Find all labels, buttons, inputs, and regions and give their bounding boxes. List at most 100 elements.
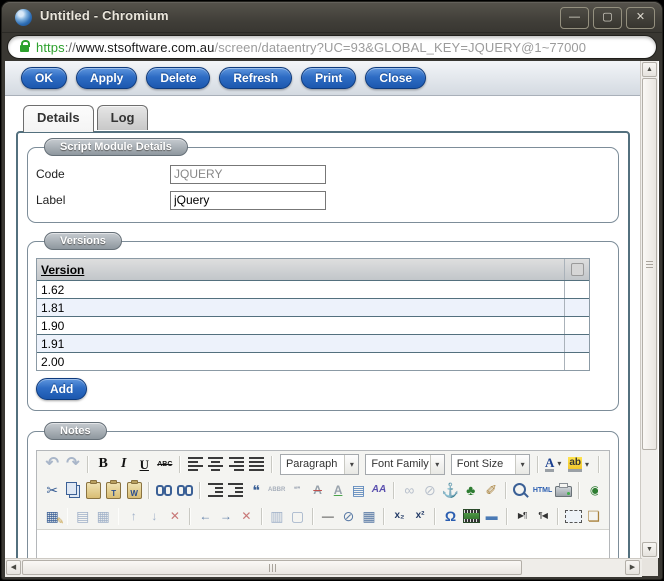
tab-details[interactable]: Details <box>23 105 94 132</box>
row-check-cell[interactable] <box>564 335 589 352</box>
close-button[interactable]: ✕ <box>626 7 655 29</box>
maximize-button[interactable]: ▢ <box>593 7 622 29</box>
media-icon[interactable] <box>462 506 481 527</box>
superscript-icon[interactable]: x² <box>411 506 430 527</box>
image-icon[interactable]: ♣ <box>462 480 480 501</box>
code-field[interactable] <box>170 164 326 184</box>
align-center-icon[interactable] <box>206 454 225 475</box>
insert-row-before-icon[interactable]: ↑ <box>124 506 143 527</box>
horizontal-scroll-thumb[interactable] <box>22 560 522 575</box>
horizontal-rule-icon[interactable]: — <box>319 506 338 527</box>
address-bar[interactable]: https://www.stsoftware.com.au/screen/dat… <box>7 35 657 59</box>
cut-icon[interactable]: ✂ <box>43 480 61 501</box>
remove-format-icon[interactable]: ⊘ <box>339 506 358 527</box>
vertical-scroll-thumb[interactable] <box>642 78 657 450</box>
row-check-cell[interactable] <box>564 317 589 334</box>
indent-icon[interactable] <box>227 480 245 501</box>
delete-button[interactable]: Delete <box>146 67 211 89</box>
add-version-button[interactable]: Add <box>36 378 88 400</box>
advanced-hr-icon[interactable]: ▬ <box>482 506 501 527</box>
link-icon[interactable]: ∞ <box>400 480 418 501</box>
paste-as-text-icon[interactable]: T <box>104 479 122 501</box>
horizontal-scrollbar[interactable]: ◀ ▶ <box>5 558 642 577</box>
insert-col-after-icon[interactable]: → <box>217 506 236 527</box>
apply-button[interactable]: Apply <box>76 67 138 89</box>
version-row[interactable]: 1.62 <box>37 281 589 299</box>
acronym-icon[interactable]: ❝❞ <box>288 480 306 501</box>
version-row[interactable]: 2.00 <box>37 353 589 370</box>
version-row[interactable]: 1.91 <box>37 335 589 353</box>
row-check-cell[interactable] <box>564 281 589 298</box>
delete-row-icon[interactable]: ✕ <box>166 506 185 527</box>
redo-icon[interactable]: ↷ <box>64 454 83 475</box>
find-icon[interactable] <box>155 480 173 501</box>
tab-log[interactable]: Log <box>96 105 149 130</box>
outdent-icon[interactable] <box>206 480 224 501</box>
find-replace-icon[interactable] <box>176 480 194 501</box>
scroll-right-button[interactable]: ▶ <box>625 560 640 575</box>
vertical-scrollbar[interactable]: ▲ ▼ <box>640 61 658 558</box>
print-icon[interactable] <box>554 480 572 501</box>
ok-button[interactable]: OK <box>21 67 67 89</box>
absolute-position-icon[interactable] <box>564 506 583 527</box>
version-column-header[interactable]: Version <box>37 263 564 277</box>
unlink-icon[interactable]: ⊘ <box>421 480 439 501</box>
row-check-cell[interactable] <box>564 353 589 370</box>
scroll-left-button[interactable]: ◀ <box>6 560 21 575</box>
insert-table-icon[interactable]: ▦ <box>43 506 65 527</box>
strikethrough-icon[interactable]: ABC <box>156 454 175 475</box>
paste-from-word-icon[interactable]: W <box>125 479 143 501</box>
align-left-icon[interactable] <box>186 454 205 475</box>
attributes-icon[interactable]: ▤ <box>349 480 367 501</box>
ltr-icon[interactable]: ▶¶ <box>513 506 532 527</box>
font-size-select[interactable]: Font Size ▾ <box>450 453 531 475</box>
insert-col-before-icon[interactable]: ← <box>196 506 215 527</box>
align-right-icon[interactable] <box>227 454 246 475</box>
anchor-icon[interactable]: ⚓ <box>441 480 459 501</box>
select-all-checkbox[interactable] <box>570 263 584 276</box>
paste-icon[interactable] <box>84 479 102 501</box>
editor-content-area[interactable] <box>37 529 609 558</box>
subscript-icon[interactable]: x₂ <box>390 506 409 527</box>
version-row[interactable]: 1.81 <box>37 299 589 317</box>
align-justify-icon[interactable] <box>248 454 267 475</box>
copy-icon[interactable] <box>63 480 81 501</box>
undo-icon[interactable]: ↶ <box>43 454 62 475</box>
abbreviation-icon[interactable]: ABBR <box>267 480 285 501</box>
layer-icon[interactable]: ❏ <box>584 506 603 527</box>
italic-icon[interactable]: I <box>114 454 133 475</box>
paragraph-select[interactable]: Paragraph ▾ <box>279 453 360 475</box>
cleanup-icon[interactable]: ✐ <box>482 480 500 501</box>
split-cells-icon[interactable]: ▥ <box>268 506 287 527</box>
deleted-text-icon[interactable]: A <box>308 480 326 501</box>
minimize-button[interactable]: — <box>560 7 589 29</box>
insert-row-after-icon[interactable]: ↓ <box>145 506 164 527</box>
bold-icon[interactable]: B <box>94 454 113 475</box>
lock-icon[interactable] <box>20 40 30 52</box>
visual-aid-icon[interactable]: ▦ <box>360 506 379 527</box>
text-color-button[interactable]: A ▾ <box>544 455 564 473</box>
delete-col-icon[interactable]: ✕ <box>237 506 256 527</box>
label-field[interactable] <box>170 190 326 210</box>
highlight-color-button[interactable]: ab ▾ <box>568 456 592 472</box>
close-button[interactable]: Close <box>365 67 427 89</box>
scroll-down-button[interactable]: ▼ <box>642 542 657 557</box>
font-family-select[interactable]: Font Family ▾ <box>365 453 445 475</box>
fullscreen-icon[interactable]: ◉ <box>585 480 603 501</box>
row-check-cell[interactable] <box>564 299 589 316</box>
inserted-text-icon[interactable]: A <box>329 480 347 501</box>
row-properties-icon[interactable]: ▤ <box>73 506 92 527</box>
cell-properties-icon[interactable]: ▦ <box>94 506 113 527</box>
merge-cells-icon[interactable]: ▢ <box>288 506 307 527</box>
rtl-icon[interactable]: ¶◀ <box>533 506 552 527</box>
print-button[interactable]: Print <box>301 67 357 89</box>
charmap-icon[interactable]: Ω <box>441 506 460 527</box>
style-props-icon[interactable]: AA <box>370 480 388 501</box>
scroll-up-button[interactable]: ▲ <box>642 62 657 77</box>
blockquote-icon[interactable]: ❝ <box>247 480 265 501</box>
refresh-button[interactable]: Refresh <box>219 67 293 89</box>
underline-icon[interactable]: U <box>135 454 154 475</box>
version-row[interactable]: 1.90 <box>37 317 589 335</box>
html-source-icon[interactable]: HTML <box>533 480 552 501</box>
preview-icon[interactable] <box>512 480 530 501</box>
